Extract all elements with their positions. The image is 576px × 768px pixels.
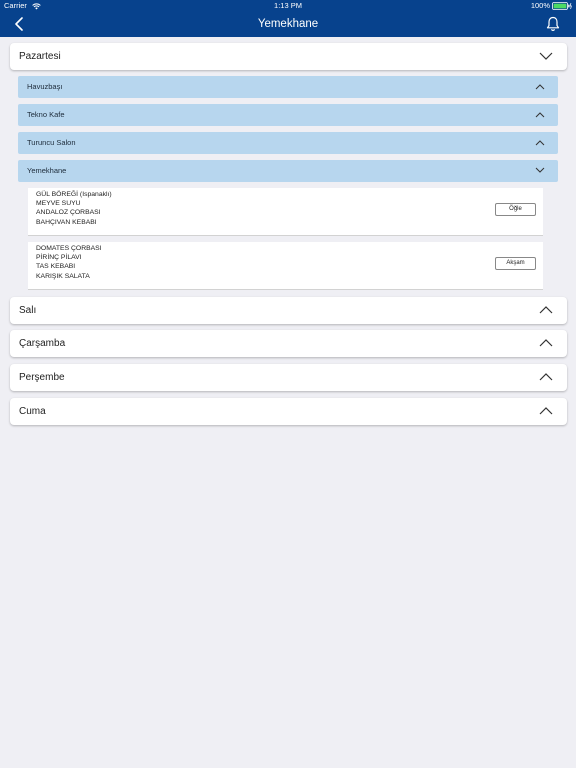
- restaurant-label: Turuncu Salon: [27, 138, 76, 147]
- meal-item: BAHÇIVAN KEBABI: [36, 218, 97, 226]
- day-card-thursday[interactable]: Perşembe: [10, 364, 567, 391]
- restaurant-label: Yemekhane: [27, 166, 67, 175]
- restaurant-row-turuncu-salon[interactable]: Turuncu Salon: [18, 132, 558, 154]
- chevron-down-icon: [539, 52, 553, 60]
- day-label: Çarşamba: [19, 338, 66, 349]
- meal-item: MEYVE SUYU: [36, 200, 81, 208]
- navigation-bar: Yemekhane: [0, 12, 576, 37]
- chevron-up-icon: [539, 339, 553, 347]
- restaurant-row-havuzbasi[interactable]: Havuzbaşı: [18, 76, 558, 98]
- restaurant-row-yemekhane[interactable]: Yemekhane: [18, 160, 558, 182]
- page-title: Yemekhane: [257, 18, 319, 30]
- day-label: Pazartesi: [19, 51, 61, 62]
- top-header: Carrier 1:13 PM 100% Yemekhane: [0, 0, 576, 37]
- meal-item: DOMATES ÇORBASI: [36, 245, 102, 252]
- battery-icon: [552, 2, 572, 10]
- chevron-up-icon: [535, 84, 545, 90]
- lunch-button[interactable]: Öğle: [495, 203, 536, 216]
- chevron-up-icon: [539, 407, 553, 415]
- status-bar: Carrier 1:13 PM 100%: [0, 0, 576, 12]
- battery-percent: 100%: [530, 1, 550, 10]
- bell-icon[interactable]: [546, 16, 560, 32]
- chevron-down-icon: [535, 167, 545, 173]
- restaurant-label: Tekno Kafe: [27, 110, 65, 119]
- day-card-monday[interactable]: Pazartesi: [10, 43, 567, 70]
- day-card-tuesday[interactable]: Salı: [10, 297, 567, 324]
- battery-status: 100%: [531, 0, 572, 12]
- chevron-up-icon: [539, 373, 553, 381]
- meal-item: TAS KEBABI: [36, 263, 76, 271]
- day-label: Cuma: [19, 406, 46, 417]
- day-label: Salı: [19, 305, 37, 316]
- meal-block-dinner: DOMATES ÇORBASI PİRİNÇ PİLAVI TAS KEBABI…: [28, 242, 543, 290]
- day-card-wednesday[interactable]: Çarşamba: [10, 330, 567, 357]
- chevron-up-icon: [535, 112, 545, 118]
- restaurant-row-tekno-kafe[interactable]: Tekno Kafe: [18, 104, 558, 126]
- day-label: Perşembe: [19, 372, 65, 383]
- meal-item: ANDALOZ ÇORBASI: [36, 209, 101, 217]
- meal-item-list: GÜL BÖREĞİ (Ispanaklı) MEYVE SUYU ANDALO…: [36, 190, 112, 227]
- day-card-friday[interactable]: Cuma: [10, 398, 567, 425]
- dinner-button[interactable]: Akşam: [495, 257, 536, 270]
- meal-item: PİRİNÇ PİLAVI: [36, 254, 82, 262]
- meal-block-lunch: GÜL BÖREĞİ (Ispanaklı) MEYVE SUYU ANDALO…: [28, 188, 543, 236]
- meal-item: KARIŞIK SALATA: [36, 272, 90, 280]
- chevron-up-icon: [535, 140, 545, 146]
- restaurant-label: Havuzbaşı: [27, 82, 63, 91]
- clock: 1:13 PM: [274, 1, 302, 10]
- chevron-up-icon: [539, 306, 553, 314]
- meal-item-list: DOMATES ÇORBASI PİRİNÇ PİLAVI TAS KEBABI…: [36, 244, 102, 281]
- meal-item: GÜL BÖREĞİ (Ispanaklı): [36, 191, 112, 198]
